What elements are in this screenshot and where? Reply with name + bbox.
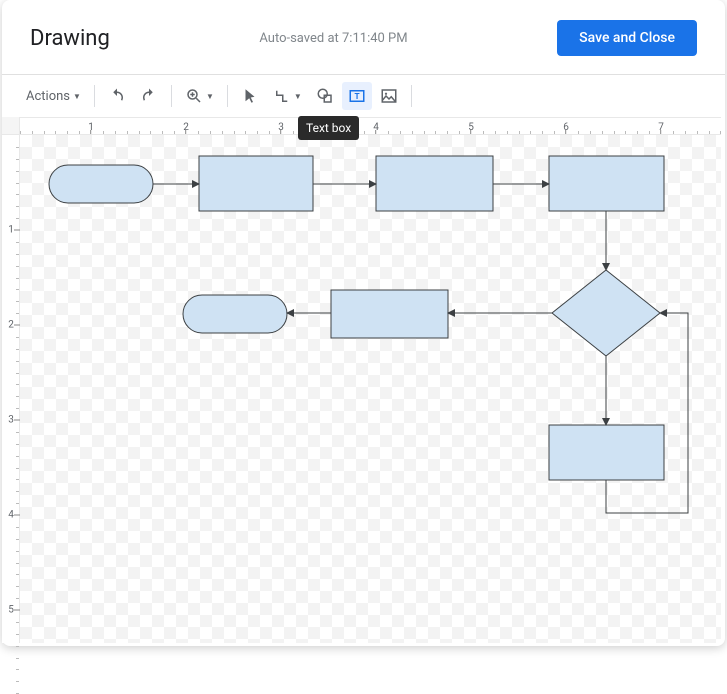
zoom-button[interactable]: ▼	[179, 82, 220, 110]
toolbar: Actions ▼ ▼ ▼ T	[2, 75, 725, 117]
ruler-tick: 4	[2, 510, 20, 521]
ruler-tick: 1	[2, 225, 20, 236]
image-tool-button[interactable]	[374, 82, 404, 110]
flowchart-rect[interactable]	[549, 156, 664, 211]
flowchart-rect[interactable]	[199, 156, 313, 211]
shape-icon	[316, 87, 334, 105]
textbox-tool-button[interactable]: T	[342, 82, 372, 110]
line-icon	[273, 87, 291, 105]
ruler-tick: 7	[658, 118, 664, 135]
cursor-icon	[241, 87, 259, 105]
svg-text:T: T	[354, 92, 359, 102]
toolbar-separator	[171, 85, 172, 107]
textbox-tooltip: Text box	[298, 116, 359, 140]
redo-button[interactable]	[134, 82, 164, 110]
ruler-tick: 5	[2, 605, 20, 616]
canvas-area: 1 2 3 4 5	[2, 135, 725, 643]
flowchart-diamond[interactable]	[552, 270, 660, 356]
zoom-icon	[185, 87, 203, 105]
image-icon	[380, 87, 398, 105]
ruler-tick: 2	[183, 118, 189, 135]
shape-tool-button[interactable]	[310, 82, 340, 110]
ruler-corner	[2, 117, 20, 135]
ruler-tick: 2	[2, 320, 20, 331]
flowchart-rect[interactable]	[549, 425, 664, 480]
toolbar-separator	[411, 85, 412, 107]
flowchart-diagram[interactable]	[20, 135, 720, 643]
undo-button[interactable]	[102, 82, 132, 110]
chevron-down-icon: ▼	[73, 92, 81, 101]
select-tool-button[interactable]	[235, 82, 265, 110]
save-and-close-button[interactable]: Save and Close	[557, 20, 697, 56]
redo-icon	[140, 87, 158, 105]
vertical-ruler[interactable]: 1 2 3 4 5	[2, 135, 20, 643]
ruler-row: 1 2 3 4 5 6 7	[2, 117, 725, 135]
ruler-tick: 4	[373, 118, 379, 135]
drawing-canvas[interactable]	[20, 135, 721, 643]
flowchart-rect[interactable]	[376, 156, 493, 211]
autosave-status: Auto-saved at 7:11:40 PM	[259, 31, 407, 46]
chevron-down-icon: ▼	[206, 92, 214, 101]
toolbar-separator	[94, 85, 95, 107]
actions-label: Actions	[26, 89, 70, 104]
dialog-header: Drawing Auto-saved at 7:11:40 PM Save an…	[2, 0, 725, 75]
ruler-tick: 1	[88, 118, 94, 135]
ruler-tick: 3	[278, 118, 284, 135]
ruler-tick: 5	[468, 118, 474, 135]
ruler-tick: 6	[563, 118, 569, 135]
textbox-icon: T	[348, 87, 366, 105]
flowchart-rounded-rect[interactable]	[49, 165, 153, 203]
toolbar-separator	[227, 85, 228, 107]
ruler-tick: 3	[2, 415, 20, 426]
actions-menu-button[interactable]: Actions ▼	[20, 82, 87, 110]
drawing-dialog: Drawing Auto-saved at 7:11:40 PM Save an…	[2, 0, 725, 646]
dialog-title: Drawing	[30, 26, 110, 51]
undo-icon	[108, 87, 126, 105]
horizontal-ruler[interactable]: 1 2 3 4 5 6 7	[20, 117, 721, 135]
chevron-down-icon: ▼	[294, 92, 302, 101]
flowchart-rounded-rect[interactable]	[183, 295, 287, 333]
line-tool-button[interactable]: ▼	[267, 82, 308, 110]
flowchart-rect[interactable]	[331, 290, 448, 338]
